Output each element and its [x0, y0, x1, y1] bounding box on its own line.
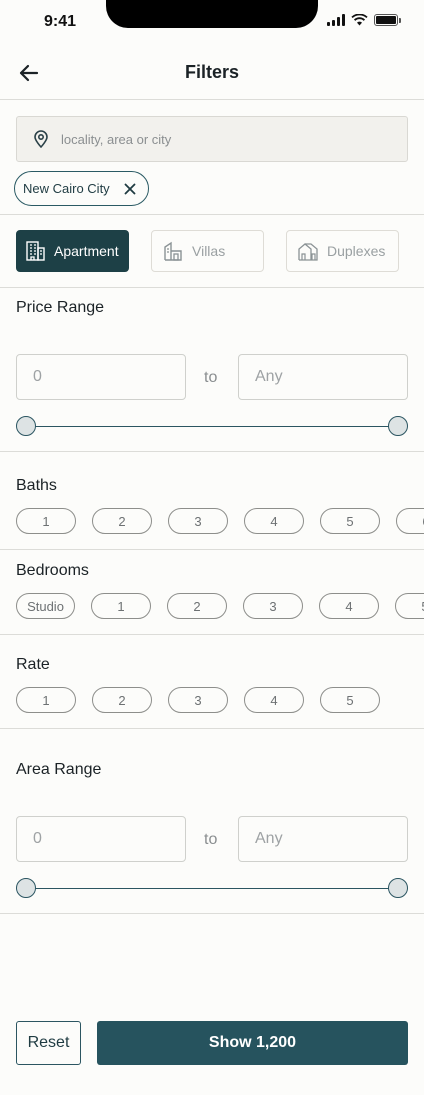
baths-title: Baths	[16, 477, 57, 494]
bedrooms-option[interactable]: 1	[91, 593, 151, 619]
price-separator: to	[204, 369, 218, 386]
price-range-title: Price Range	[16, 299, 105, 316]
status-bar: 9:41	[0, 0, 424, 44]
notch	[106, 0, 318, 28]
header: Filters	[0, 48, 424, 98]
property-type-label: Duplexes	[327, 243, 386, 259]
bedrooms-option[interactable]: 2	[167, 593, 227, 619]
price-slider-track[interactable]	[26, 426, 398, 427]
rate-option[interactable]: 2	[92, 687, 152, 713]
bedrooms-title: Bedrooms	[16, 562, 89, 579]
baths-option[interactable]: 1	[16, 508, 76, 534]
property-type-label: Villas	[192, 243, 226, 259]
building-icon	[26, 241, 45, 261]
status-icons	[327, 14, 401, 26]
price-max-input[interactable]	[238, 354, 408, 400]
show-results-button[interactable]: Show 1,200	[97, 1021, 408, 1065]
baths-options: 1 2 3 4 5 6	[16, 508, 424, 534]
divider	[0, 549, 424, 550]
baths-option[interactable]: 6	[396, 508, 424, 534]
bedrooms-option[interactable]: 4	[319, 593, 379, 619]
property-type-villas[interactable]: Villas	[151, 230, 264, 272]
divider	[0, 451, 424, 452]
rate-option[interactable]: 5	[320, 687, 380, 713]
rate-option[interactable]: 1	[16, 687, 76, 713]
divider	[0, 99, 424, 100]
area-separator: to	[204, 831, 218, 848]
property-type-apartment[interactable]: Apartment	[16, 230, 129, 272]
wifi-icon	[351, 14, 368, 26]
bedrooms-option[interactable]: 3	[243, 593, 303, 619]
rate-option[interactable]: 3	[168, 687, 228, 713]
property-type-duplexes[interactable]: Duplexes	[286, 230, 399, 272]
rate-options: 1 2 3 4 5	[16, 687, 424, 713]
area-slider-max-handle[interactable]	[388, 878, 408, 898]
rate-option[interactable]: 4	[244, 687, 304, 713]
area-range-title: Area Range	[16, 761, 102, 778]
area-min-input[interactable]	[16, 816, 186, 862]
status-time: 9:41	[44, 13, 77, 30]
price-slider-min-handle[interactable]	[16, 416, 36, 436]
bedrooms-option[interactable]: 5	[395, 593, 424, 619]
area-slider-track[interactable]	[26, 888, 398, 889]
area-max-input[interactable]	[238, 816, 408, 862]
close-icon[interactable]	[124, 183, 136, 195]
reset-button[interactable]: Reset	[16, 1021, 81, 1065]
divider	[0, 634, 424, 635]
price-slider-max-handle[interactable]	[388, 416, 408, 436]
area-slider-min-handle[interactable]	[16, 878, 36, 898]
location-chip: New Cairo City	[14, 171, 149, 206]
chip-label: New Cairo City	[23, 181, 110, 196]
baths-option[interactable]: 2	[92, 508, 152, 534]
signal-icon	[327, 14, 345, 26]
divider	[0, 214, 424, 215]
villa-icon	[164, 241, 182, 261]
location-search[interactable]	[16, 116, 408, 162]
divider	[0, 287, 424, 288]
divider	[0, 728, 424, 729]
baths-option[interactable]: 5	[320, 508, 380, 534]
page-title: Filters	[184, 62, 240, 82]
baths-option[interactable]: 4	[244, 508, 304, 534]
baths-option[interactable]: 3	[168, 508, 228, 534]
price-min-input[interactable]	[16, 354, 186, 400]
divider	[0, 913, 424, 914]
bedrooms-options: Studio 1 2 3 4 5	[16, 593, 424, 619]
search-input[interactable]	[61, 131, 361, 147]
duplex-icon	[298, 243, 318, 261]
bedrooms-option[interactable]: Studio	[16, 593, 75, 619]
rate-title: Rate	[16, 656, 50, 673]
location-pin-icon	[34, 130, 48, 149]
battery-icon	[374, 14, 401, 26]
property-type-label: Apartment	[54, 243, 119, 259]
